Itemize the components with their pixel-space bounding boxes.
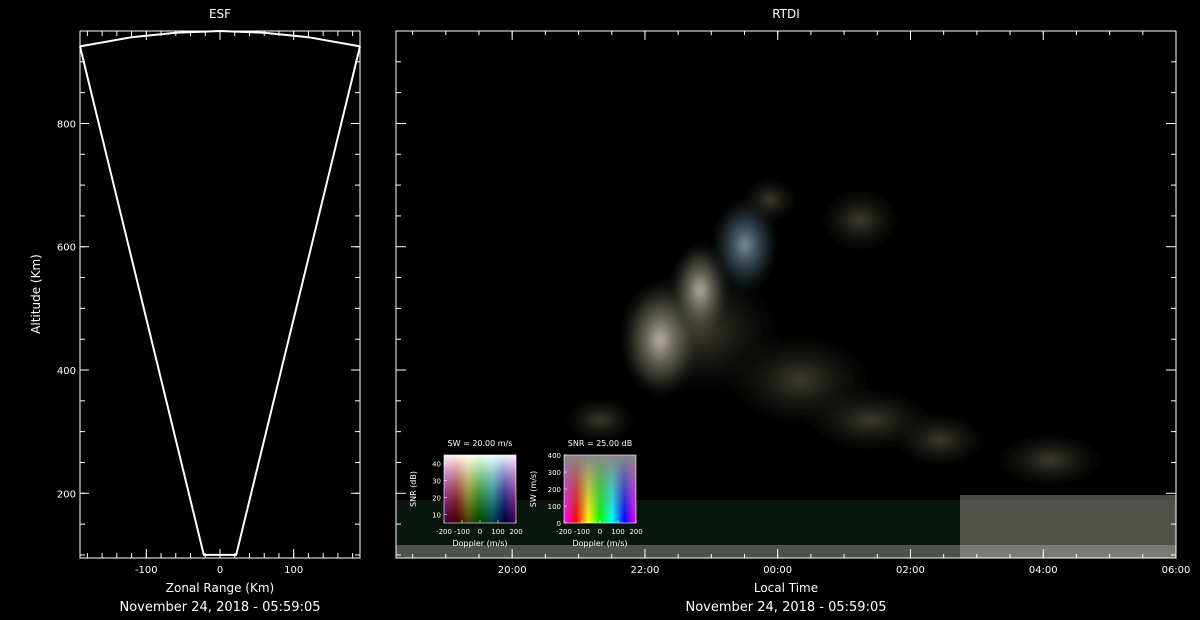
esf-x-tick-label: 100 [284, 565, 303, 576]
key1-x-tick-label: 100 [491, 528, 504, 536]
esf-x-tick-label: -100 [135, 565, 158, 576]
key2-y-tick-label: 300 [548, 469, 561, 477]
rtdi-x-axis-label: Local Time [754, 581, 818, 595]
key1-y-axis-label: SNR (dB) [409, 471, 418, 507]
esf-title: ESF [209, 7, 231, 21]
key1-y-tick-label: 40 [432, 461, 441, 469]
key2-x-tick-label: 0 [598, 528, 602, 536]
key2-x-tick-label: -100 [574, 528, 590, 536]
esf-beam-outline [79, 29, 361, 556]
rtdi-x-tick-label: 22:00 [631, 565, 660, 576]
key1-y-tick-label: 10 [432, 512, 441, 520]
figure: ESF -100 0 100200400600800 Zonal Range (Km… [29, 7, 1191, 615]
key2-y-tick-label: 100 [548, 503, 561, 511]
rtdi-footer-timestamp: November 24, 2018 - 05:59:05 [686, 600, 887, 615]
rtdi-panel: RTDI 20:00 22:00 00:00 02:00 04:00 06:00 [395, 7, 1191, 615]
key1-y-tick-label: 20 [432, 495, 441, 503]
esf-axis-ticks: -100 0 100 200 400 600 800 [57, 30, 360, 576]
key1-y-tick-label: 30 [432, 478, 441, 486]
esf-y-tick-label: 800 [57, 119, 76, 130]
rtdi-x-tick-label: 00:00 [763, 565, 792, 576]
key2-x-axis-label: Doppler (m/s) [572, 539, 627, 548]
esf-x-tick-label: 0 [217, 565, 223, 576]
key2-x-tick-label: 100 [611, 528, 624, 536]
rtdi-x-tick-label: 20:00 [498, 565, 527, 576]
key2-y-axis-label: SW (m/s) [529, 471, 538, 507]
esf-plot-frame [79, 30, 361, 559]
key2-y-tick-label: 0 [557, 520, 561, 528]
key2-title: SNR = 25.00 dB [568, 439, 632, 448]
esf-y-axis-label: Altitude (Km) [29, 254, 43, 334]
key2-x-tick-label: -200 [556, 528, 572, 536]
esf-x-axis-label: Zonal Range (Km) [166, 581, 274, 595]
key1-x-axis-label: Doppler (m/s) [452, 539, 507, 548]
key1-x-tick-label: -100 [454, 528, 470, 536]
rtdi-x-tick-label: 06:00 [1162, 565, 1191, 576]
esf-y-tick-label: 400 [57, 366, 76, 377]
esf-y-tick-label: 600 [57, 243, 76, 254]
key1-x-tick-label: -200 [436, 528, 452, 536]
esf-beam-edges [79, 46, 361, 556]
rtdi-x-tick-label: 02:00 [896, 565, 925, 576]
rtdi-title: RTDI [772, 7, 800, 21]
key2-x-tick-label: 200 [629, 528, 642, 536]
esf-panel: ESF -100 0 100 200 400 600 800 Zonal Range (Km… [29, 7, 361, 615]
esf-y-tick-label: 200 [57, 489, 76, 500]
esf-footer-timestamp: November 24, 2018 - 05:59:05 [120, 600, 321, 615]
key1-x-tick-label: 200 [509, 528, 522, 536]
key1-title: SW = 20.00 m/s [448, 439, 513, 448]
key2-y-tick-label: 200 [548, 486, 561, 494]
key2-y-tick-label: 400 [548, 452, 561, 460]
rtdi-x-tick-label: 04:00 [1029, 565, 1058, 576]
key1-x-tick-label: 0 [478, 528, 482, 536]
